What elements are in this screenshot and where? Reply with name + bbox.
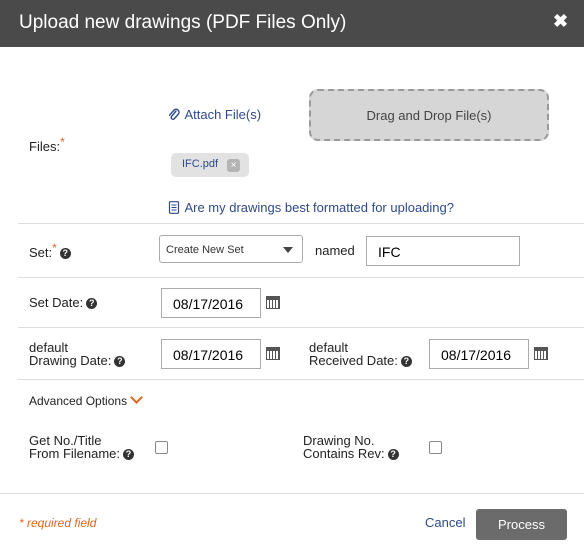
- remove-file-icon[interactable]: ×: [227, 159, 240, 172]
- divider: [18, 327, 584, 328]
- drag-drop-label: Drag and Drop File(s): [366, 107, 492, 123]
- attach-files-link[interactable]: Attach File(s): [168, 106, 261, 124]
- drag-drop-zone[interactable]: Drag and Drop File(s): [309, 89, 549, 141]
- dialog-title: Upload new drawings (PDF Files Only): [19, 12, 347, 33]
- calendar-icon[interactable]: [534, 347, 548, 360]
- required-field-note: * required field: [19, 516, 97, 530]
- required-star: *: [60, 135, 65, 149]
- set-label: Set:*?: [29, 242, 71, 260]
- help-icon[interactable]: ?: [59, 248, 71, 260]
- received-date-label: default Received Date:?: [309, 341, 412, 368]
- set-date-input[interactable]: 08/17/2016: [161, 288, 261, 318]
- divider: [18, 379, 584, 380]
- set-name-input[interactable]: IFC: [366, 236, 520, 266]
- get-no-title-label: Get No./Title From Filename:?: [29, 434, 135, 461]
- format-help-label[interactable]: Are my drawings best formatted for uploa…: [184, 200, 454, 215]
- set-date-label: Set Date:?: [29, 296, 98, 310]
- set-select[interactable]: Create New Set: [159, 235, 303, 263]
- calendar-icon[interactable]: [266, 347, 280, 360]
- chevron-down-icon: [283, 247, 293, 253]
- named-label: named: [315, 243, 355, 258]
- help-icon[interactable]: ?: [114, 356, 126, 368]
- required-star: *: [52, 241, 57, 255]
- attached-file-chip: IFC.pdf ×: [171, 153, 249, 177]
- attach-files-label[interactable]: Attach File(s): [184, 107, 261, 122]
- get-no-title-checkbox[interactable]: [155, 441, 168, 454]
- close-icon[interactable]: ✖: [553, 11, 568, 32]
- files-label: Files:*: [29, 135, 65, 154]
- advanced-options-toggle[interactable]: Advanced Options: [29, 391, 143, 408]
- cancel-button[interactable]: Cancel: [425, 515, 465, 530]
- format-help-link[interactable]: Are my drawings best formatted for uploa…: [168, 199, 454, 217]
- drawing-date-label: default Drawing Date:?: [29, 341, 126, 368]
- process-button[interactable]: Process: [476, 509, 567, 540]
- drawing-no-rev-checkbox[interactable]: [429, 441, 442, 454]
- process-button-label: Process: [498, 517, 545, 532]
- help-icon[interactable]: ?: [86, 298, 98, 310]
- chevron-down-icon: [130, 391, 143, 404]
- attached-file-name: IFC.pdf: [182, 158, 219, 170]
- divider: [18, 223, 584, 224]
- paperclip-icon: [168, 108, 180, 120]
- received-date-input[interactable]: 08/17/2016: [429, 339, 529, 369]
- drawing-no-rev-label: Drawing No. Contains Rev:?: [303, 434, 399, 461]
- help-icon[interactable]: ?: [400, 356, 412, 368]
- set-select-value: Create New Set: [166, 244, 244, 256]
- divider: [18, 277, 584, 278]
- calendar-icon[interactable]: [266, 296, 280, 309]
- document-icon: [168, 201, 180, 215]
- help-icon[interactable]: ?: [387, 449, 399, 461]
- footer-divider: [0, 493, 584, 494]
- drawing-date-input[interactable]: 08/17/2016: [161, 339, 261, 369]
- help-icon[interactable]: ?: [123, 449, 135, 461]
